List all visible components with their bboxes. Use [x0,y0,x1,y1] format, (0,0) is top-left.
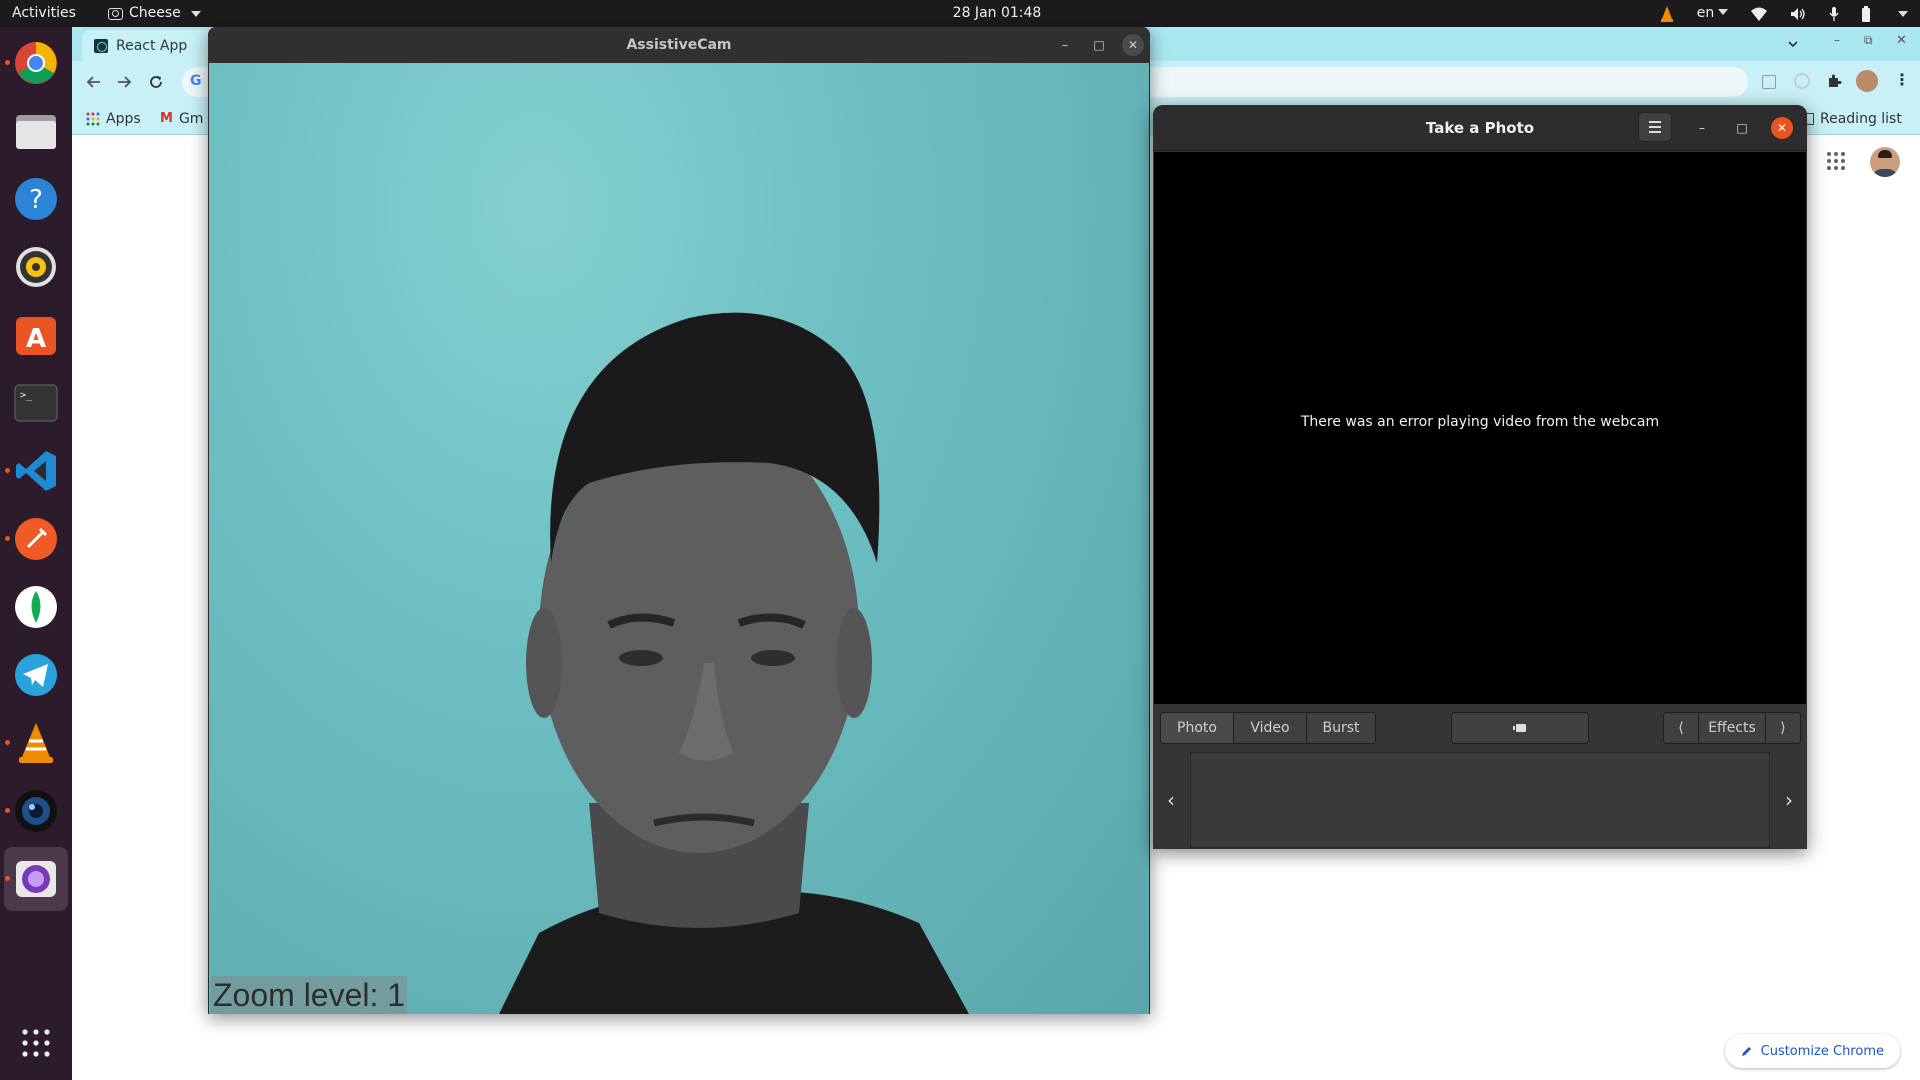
webcam-feed: Zoom level: 1 [209,63,1149,1014]
battery-icon [1862,5,1871,22]
zoom-level-label: Zoom level: 1 [211,976,408,1014]
cheese-window: Take a Photo – □ ✕ There was an error pl… [1153,105,1807,849]
microphone-icon [1828,6,1839,21]
system-menu-chevron-icon [1898,10,1908,17]
effects-button[interactable]: Effects [1698,712,1766,744]
webcam-error-message: There was an error playing video from th… [1300,414,1660,430]
telegram-icon[interactable] [10,649,62,701]
svg-text:>_: >_ [20,390,33,401]
mode-video-button[interactable]: Video [1233,712,1307,744]
chrome-close-button[interactable]: ✕ [1896,33,1907,48]
software-icon[interactable]: A [10,309,62,361]
bookmark-gmail-label: Gm [178,111,204,127]
chrome-restore-button[interactable]: ⧉ [1864,33,1873,48]
google-account-avatar[interactable] [1870,147,1900,177]
back-icon[interactable] [86,74,102,90]
profile-avatar[interactable] [1856,70,1878,92]
volume-icon [1790,7,1805,20]
cheese-close-button[interactable]: ✕ [1771,117,1793,139]
effects-prev-button[interactable]: ⟨ [1663,712,1699,744]
webcam-person-image [499,312,969,1014]
help-icon[interactable]: ? [10,173,62,225]
files-icon[interactable] [10,105,62,157]
vlc-tray-icon [1661,5,1673,22]
google-icon: G [190,73,202,89]
terminal-icon[interactable]: >_ [10,377,62,429]
bookmark-gmail[interactable]: M Gm [160,103,203,135]
rhythmbox-icon[interactable] [10,241,62,293]
assistivecam-titlebar[interactable]: AssistiveCam [208,27,1150,63]
customize-chrome-button[interactable]: Customize Chrome [1724,1034,1900,1068]
cheese-icon[interactable] [10,853,62,905]
google-apps-icon[interactable] [1826,151,1846,171]
chrome-minimize-button[interactable]: – [1834,33,1840,47]
thumbnail-area[interactable] [1190,752,1770,848]
tab-search-icon[interactable] [1786,37,1800,51]
language-indicator[interactable]: en [1697,0,1729,27]
effects-next-button[interactable]: ⟩ [1765,712,1801,744]
extension-icon[interactable] [1794,73,1810,89]
chrome-icon[interactable] [10,37,62,89]
cheese-video-view: There was an error playing video from th… [1154,152,1806,704]
top-bar: Activities Cheese 28 Jan 01:48 en [0,0,1920,27]
mode-photo-button[interactable]: Photo [1160,712,1234,744]
reload-icon[interactable] [148,74,164,90]
svg-text:A: A [26,324,46,354]
assistivecam-close-button[interactable]: ✕ [1122,34,1144,56]
dock: ? A >_ [0,27,72,1080]
assistivecam-maximize-button[interactable]: □ [1088,34,1110,56]
thumbnail-strip: ‹ › [1153,750,1807,849]
wifi-icon [1751,7,1767,21]
customize-chrome-label: Customize Chrome [1760,1043,1884,1059]
camera-shutter-icon [1513,724,1526,732]
chrome-menu-icon[interactable]: ⋮ [1894,70,1910,89]
system-tray[interactable]: en [1660,0,1920,27]
reading-list-label: Reading list [1820,111,1902,127]
pencil-icon [1741,1047,1751,1056]
take-photo-button[interactable] [1451,712,1589,744]
bookmark-apps-label: Apps [106,111,141,127]
gmail-icon: M [160,111,173,126]
react-favicon-icon [94,38,108,53]
language-label: en [1696,5,1715,21]
chrome-tab-title: React App [116,37,188,54]
mongodb-compass-icon[interactable] [10,581,62,633]
bookmark-apps[interactable]: Apps [86,103,141,135]
forward-icon[interactable] [116,74,132,90]
thumbnail-prev-button[interactable]: ‹ [1153,750,1189,849]
webcamoid-icon[interactable] [10,785,62,837]
chevron-down-icon [1718,9,1729,15]
hamburger-menu-icon[interactable] [1638,112,1672,142]
postman-icon[interactable] [10,513,62,565]
vscode-icon[interactable] [10,445,62,497]
extensions-puzzle-icon[interactable] [1826,73,1842,89]
cheese-action-bar: Photo Video Burst ⟨ Effects ⟩ [1153,704,1807,750]
cheese-maximize-button[interactable]: □ [1731,117,1753,139]
assistivecam-window: AssistiveCam – □ ✕ Zoom level: 1 [208,27,1150,1014]
show-apps-icon[interactable] [10,1017,62,1069]
cheese-minimize-button[interactable]: – [1691,117,1713,139]
svg-text:?: ? [29,185,43,215]
assistivecam-title: AssistiveCam [626,37,732,53]
assistivecam-minimize-button[interactable]: – [1054,34,1076,56]
vlc-icon[interactable] [10,717,62,769]
apps-grid-icon [86,112,100,126]
reading-list-button[interactable]: Reading list [1804,103,1902,135]
mode-burst-button[interactable]: Burst [1306,712,1376,744]
tab-capture-icon[interactable] [1762,75,1776,89]
thumbnail-next-button[interactable]: › [1771,750,1807,849]
clock[interactable]: 28 Jan 01:48 [0,0,1920,27]
cheese-title: Take a Photo [1425,119,1535,137]
